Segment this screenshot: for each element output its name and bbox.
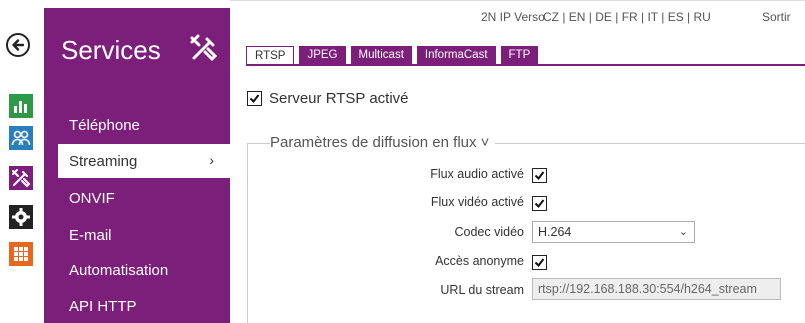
check-icon bbox=[534, 199, 545, 209]
rtsp-enabled-label: Serveur RTSP activé bbox=[269, 90, 409, 107]
tab-bar: RTSP JPEG Multicast InformaCast FTP bbox=[246, 46, 543, 66]
icon-rail bbox=[0, 0, 36, 323]
logout-link[interactable]: Sortir bbox=[762, 10, 791, 24]
tab-jpeg[interactable]: JPEG bbox=[299, 46, 346, 64]
gear-icon[interactable] bbox=[9, 205, 33, 229]
anonymous-access-checkbox[interactable] bbox=[532, 255, 547, 270]
sidebar-item-onvif[interactable]: ONVIF bbox=[44, 181, 230, 215]
sidebar: Services Téléphone Streaming › ONVIF E-ma… bbox=[44, 8, 230, 323]
anonymous-access-label: Accès anonyme bbox=[435, 254, 524, 268]
video-stream-checkbox[interactable] bbox=[532, 196, 547, 211]
tools-icon bbox=[189, 33, 219, 63]
tab-informacast[interactable]: InformaCast bbox=[416, 46, 496, 64]
sidebar-item-telephone[interactable]: Téléphone bbox=[44, 108, 230, 142]
video-codec-select[interactable]: H.264 ⌄ bbox=[532, 221, 695, 243]
users-icon[interactable] bbox=[9, 126, 33, 150]
device-name: 2N IP Verso bbox=[481, 10, 545, 24]
video-stream-label: Flux vidéo activé bbox=[430, 195, 524, 209]
sidebar-title: Services bbox=[61, 35, 161, 65]
audio-stream-checkbox[interactable] bbox=[532, 168, 547, 183]
chevron-right-icon: › bbox=[209, 152, 214, 168]
sidebar-item-email[interactable]: E-mail bbox=[44, 218, 230, 252]
check-icon bbox=[534, 258, 545, 268]
sidebar-item-streaming[interactable]: Streaming › bbox=[58, 144, 230, 178]
tab-rtsp[interactable]: RTSP bbox=[246, 46, 295, 66]
rtsp-enabled-row: Serveur RTSP activé bbox=[247, 90, 409, 107]
video-codec-label: Codec vidéo bbox=[454, 225, 525, 239]
header-divider bbox=[230, 0, 805, 1]
sidebar-item-label: API HTTP bbox=[69, 297, 137, 315]
chevron-down-icon: ⌄ bbox=[678, 226, 688, 238]
grid-icon[interactable] bbox=[9, 242, 33, 266]
rtsp-enabled-checkbox[interactable] bbox=[247, 91, 262, 106]
tab-underline bbox=[246, 64, 805, 66]
sidebar-item-label: Automatisation bbox=[69, 261, 169, 279]
tools-icon[interactable] bbox=[9, 166, 33, 190]
video-codec-value: H.264 bbox=[538, 225, 572, 239]
sidebar-item-automatisation[interactable]: Automatisation bbox=[44, 253, 230, 287]
sidebar-item-label: Téléphone bbox=[69, 116, 140, 134]
language-selector[interactable]: CZ | EN | DE | FR | IT | ES | RU bbox=[543, 10, 711, 24]
sidebar-item-label: E-mail bbox=[69, 226, 112, 244]
tab-ftp[interactable]: FTP bbox=[500, 46, 539, 64]
stream-url-field[interactable]: rtsp://192.168.188.30:554/h264_stream bbox=[532, 278, 781, 300]
stream-settings-title[interactable]: Paramètres de diffusion en flux ˅ bbox=[270, 134, 496, 151]
sidebar-item-label: ONVIF bbox=[69, 189, 115, 207]
tab-multicast[interactable]: Multicast bbox=[350, 46, 412, 64]
sidebar-item-label: Streaming bbox=[69, 152, 138, 170]
bar-chart-icon[interactable] bbox=[9, 94, 33, 118]
check-icon bbox=[249, 94, 260, 104]
sidebar-item-api-http[interactable]: API HTTP bbox=[44, 289, 230, 323]
check-icon bbox=[534, 171, 545, 181]
back-arrow-icon[interactable] bbox=[6, 33, 30, 57]
audio-stream-label: Flux audio activé bbox=[430, 167, 524, 181]
stream-url-label: URL du stream bbox=[440, 283, 524, 297]
